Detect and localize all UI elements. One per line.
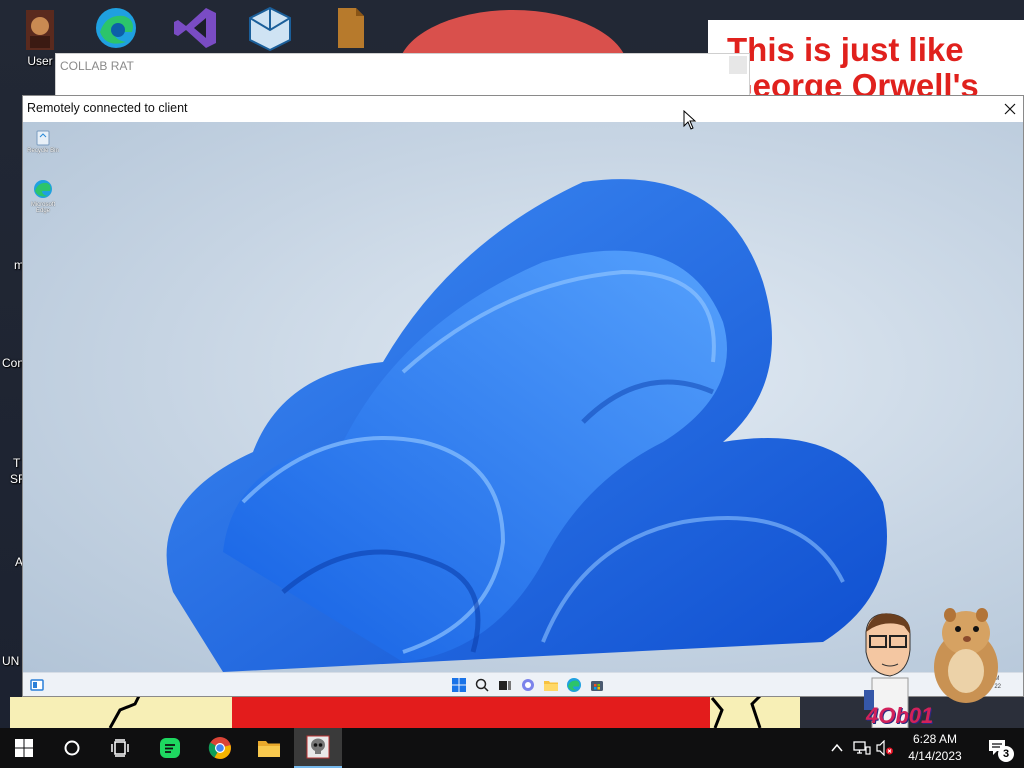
meme-text: This is just like George Orwell's [727, 32, 1024, 104]
start-icon[interactable] [451, 677, 467, 693]
visual-studio-icon [172, 4, 220, 52]
remote-icon-edge[interactable]: Microsoft Edge [23, 178, 63, 214]
desktop-icon-virtualbox[interactable] [240, 4, 300, 52]
chevron-up-icon [831, 743, 843, 752]
title-bar[interactable]: Remotely connected to client [23, 96, 1023, 122]
remote-desktop-screen[interactable]: Recycle Bin Microsoft Edge [23, 122, 1023, 672]
network-icon [853, 741, 871, 755]
bloom-wallpaper [166, 179, 888, 672]
folder-icon [258, 741, 280, 757]
volume-button[interactable] [874, 728, 896, 768]
desktop-icon-edge[interactable] [86, 4, 146, 52]
window-title: Remotely connected to client [27, 101, 188, 115]
edge-icon[interactable] [566, 677, 582, 693]
windows-logo-icon [15, 739, 33, 757]
task-view-icon [111, 739, 129, 757]
desktop-icon-file[interactable] [320, 4, 380, 52]
file-explorer-button[interactable] [245, 728, 293, 768]
remote-viewer-window[interactable]: Remotely connected to client Recycle Bin… [22, 95, 1024, 697]
remote-icon-label: Microsoft Edge [30, 202, 56, 214]
desktop-icon-visual-studio[interactable] [166, 4, 226, 52]
action-center-button[interactable]: 3 [978, 728, 1018, 768]
chat-icon[interactable] [520, 677, 536, 693]
edge-icon [92, 4, 140, 52]
clock-date: 4/14/2023 [908, 749, 962, 763]
close-icon [1004, 103, 1016, 115]
clock-button[interactable]: 6:28 AM 4/14/2023 [900, 731, 970, 765]
start-button[interactable] [0, 728, 48, 768]
search-button[interactable] [48, 728, 96, 768]
show-hidden-icons-button[interactable] [826, 728, 848, 768]
widgets-icon[interactable] [29, 677, 45, 693]
search-icon[interactable] [474, 677, 490, 693]
volume-muted-icon [876, 740, 893, 756]
spotify-app-button[interactable] [146, 728, 194, 768]
desktop-edge-label: Con [2, 356, 25, 370]
hamster-sticker [934, 608, 998, 703]
taskbar: 6:28 AM 4/14/2023 3 [0, 728, 1024, 768]
skull-app-icon [306, 735, 330, 759]
task-view-button[interactable] [96, 728, 144, 768]
file-explorer-icon[interactable] [543, 677, 559, 693]
clock-time: 6:28 AM [912, 732, 958, 746]
chrome-icon [208, 737, 231, 759]
rat-app-button[interactable] [294, 728, 342, 768]
virtualbox-icon [246, 4, 294, 52]
mouse-cursor-icon [683, 110, 697, 130]
file-icon [326, 4, 374, 52]
window-title: COLLAB RAT [60, 59, 134, 73]
meme-text-line1: This is just like [727, 31, 964, 68]
notification-count-badge: 3 [998, 746, 1014, 762]
desktop-edge-label: UN [2, 654, 20, 668]
remote-icon-label: Recycle Bin [27, 148, 59, 154]
recycle-bin-icon [36, 130, 50, 146]
task-view-icon[interactable] [497, 677, 513, 693]
close-button[interactable] [999, 98, 1021, 120]
network-button[interactable] [850, 728, 874, 768]
sticker-text: 4Ob01 [866, 703, 934, 728]
close-button[interactable] [729, 56, 747, 74]
desktop-edge-label: T [13, 456, 21, 470]
green-chat-app-icon [160, 738, 180, 758]
user-folder-icon [16, 6, 64, 54]
edge-icon [34, 180, 52, 198]
cortana-circle-icon [64, 740, 80, 756]
remote-icon-recycle-bin[interactable]: Recycle Bin [23, 128, 63, 154]
chrome-button[interactable] [196, 728, 244, 768]
store-icon[interactable] [589, 677, 605, 693]
